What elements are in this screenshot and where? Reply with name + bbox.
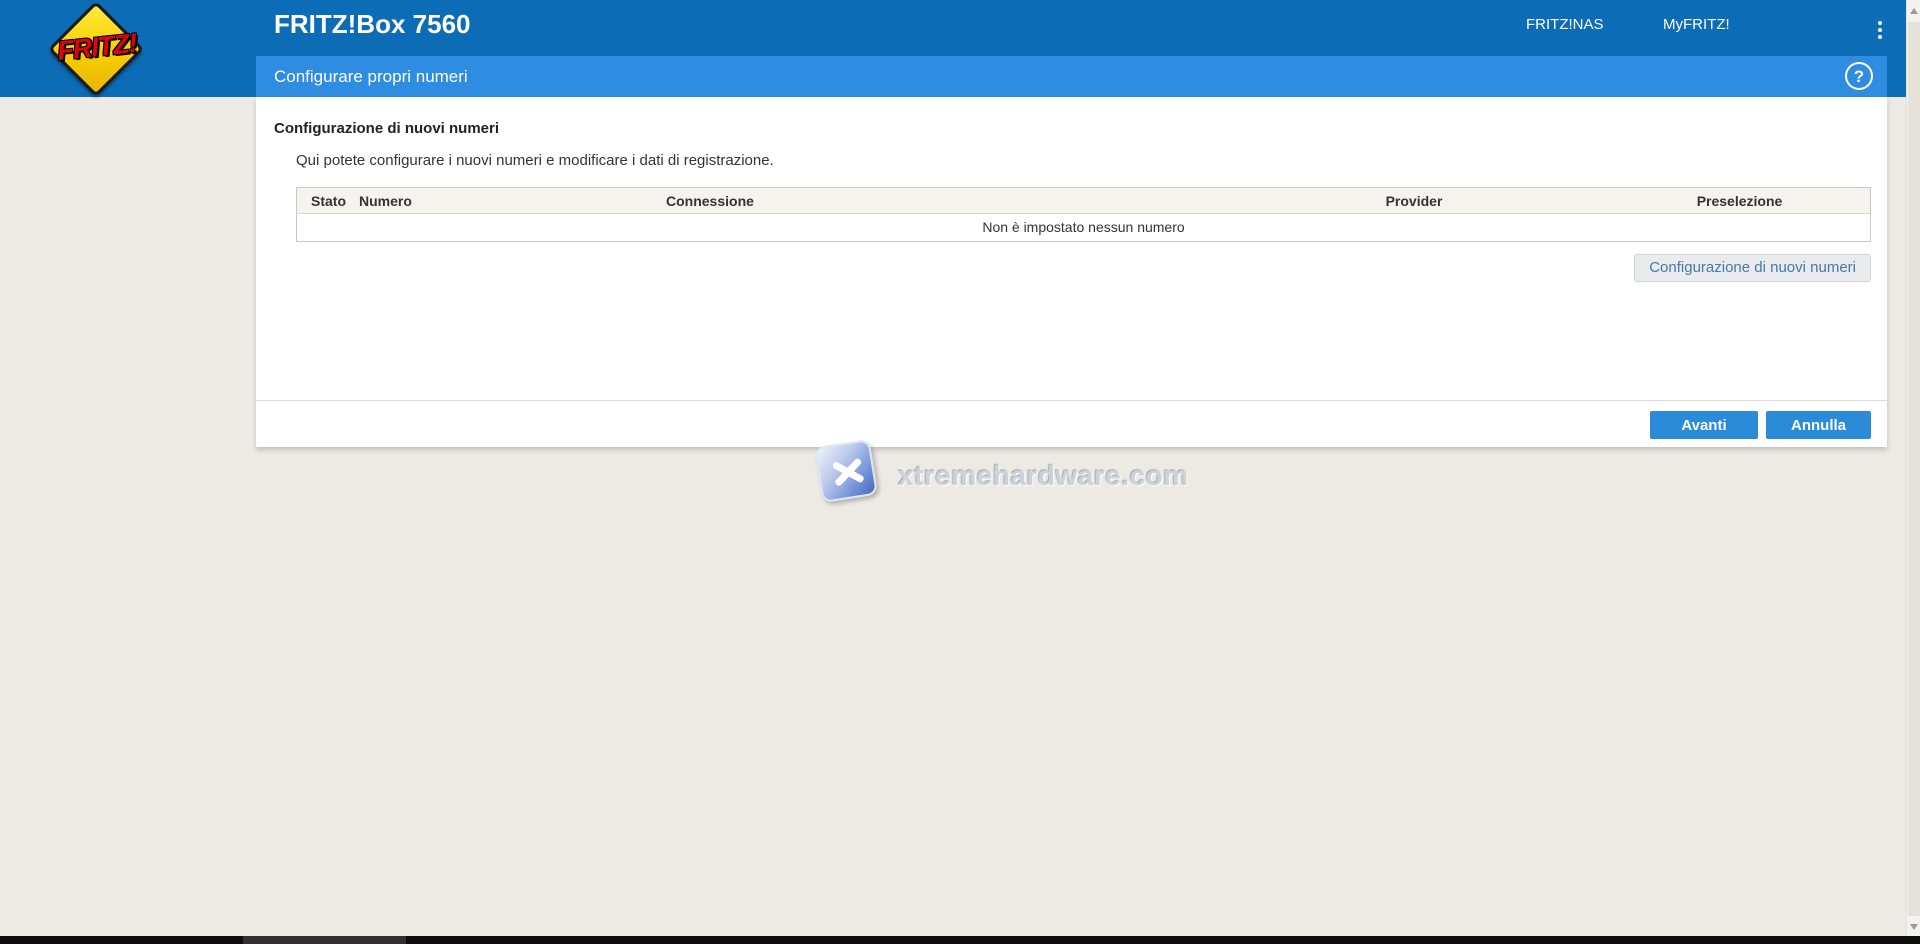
fritz-logo-text: FRITZ!	[43, 27, 152, 69]
scrollbar-thumb[interactable]	[1908, 22, 1920, 916]
configure-new-numbers-button[interactable]: Configurazione di nuovi numeri	[1634, 254, 1871, 282]
section-title: Configurazione di nuovi numeri	[274, 120, 499, 137]
subheader-bar: Configurare propri numeri ?	[256, 56, 1887, 97]
vertical-scrollbar[interactable]	[1906, 0, 1920, 944]
table-empty-row: Non è impostato nessun numero	[297, 214, 1870, 241]
page-title: FRITZ!Box 7560	[274, 9, 471, 40]
next-button[interactable]: Avanti	[1650, 411, 1758, 439]
scroll-down-icon[interactable]	[1910, 924, 1918, 930]
numbers-table: Stato Numero Connessione Provider Presel…	[296, 187, 1871, 242]
column-header-connessione: Connessione	[659, 193, 1219, 209]
watermark: xtremehardware.com	[818, 443, 1088, 505]
column-header-preselezione: Preselezione	[1609, 193, 1870, 209]
help-icon[interactable]: ?	[1845, 62, 1873, 90]
column-header-numero: Numero	[359, 193, 659, 209]
cancel-button[interactable]: Annulla	[1766, 411, 1871, 439]
footer-divider	[256, 400, 1887, 401]
fritz-logo[interactable]: FRITZ!	[44, 2, 150, 98]
column-header-provider: Provider	[1219, 193, 1609, 209]
xtremehardware-logo-icon	[814, 439, 878, 503]
content-card: Configurazione di nuovi numeri Qui potet…	[256, 97, 1887, 447]
subheader-title: Configurare propri numeri	[274, 56, 468, 97]
nav-link-myfritz[interactable]: MyFRITZ!	[1663, 16, 1730, 33]
nav-link-fritznas[interactable]: FRITZ!NAS	[1526, 16, 1604, 33]
bottom-edge-segment	[243, 936, 406, 944]
table-header-row: Stato Numero Connessione Provider Presel…	[297, 188, 1870, 214]
scroll-up-icon[interactable]	[1910, 8, 1918, 14]
section-description: Qui potete configurare i nuovi numeri e …	[296, 152, 774, 169]
column-header-stato: Stato	[297, 193, 359, 209]
bottom-edge-strip	[0, 936, 1920, 944]
kebab-menu-icon[interactable]	[1872, 17, 1888, 43]
watermark-text: xtremehardware.com	[898, 460, 1189, 492]
